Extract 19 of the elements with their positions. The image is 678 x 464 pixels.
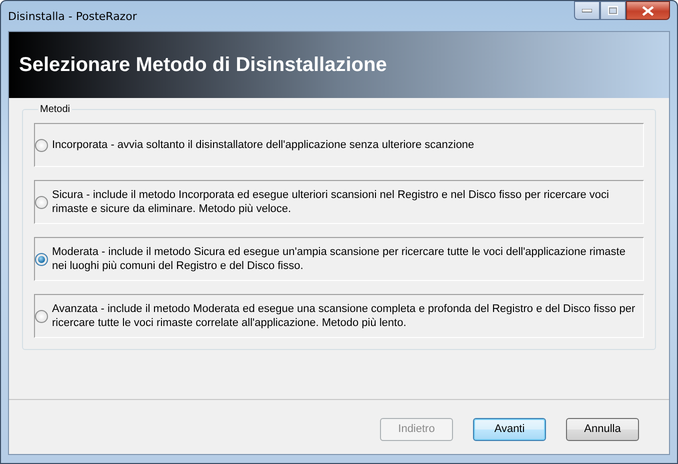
option-label[interactable]: Avanzata - include il metodo Moderata ed esegue una scansione completa e profonda del Registro e del Disco fisso per ricercare tutte le voci rimaste correlate all'applicazione. Metodo più lento. bbox=[52, 302, 643, 330]
header-title: Selezionare Metodo di Disinstallazione bbox=[19, 54, 387, 76]
group-label: Metodi bbox=[39, 104, 72, 115]
minimize-icon bbox=[582, 8, 592, 12]
window-title: Disinstalla - PosteRazor bbox=[8, 10, 137, 23]
maximize-button[interactable] bbox=[600, 1, 626, 20]
radio-button[interactable] bbox=[35, 252, 48, 266]
close-icon bbox=[642, 6, 654, 16]
maximize-icon bbox=[608, 6, 618, 15]
option-label[interactable]: Moderata - include il metodo Sicura ed esegue un'ampia scansione per ricercare tutte le voci dell'applicazione rimaste nei luoghi più comuni del Registro e del Disco fisso. bbox=[52, 245, 643, 273]
dialog-button[interactable]: Avanti bbox=[473, 418, 546, 440]
dialog-button[interactable]: Annulla bbox=[566, 418, 639, 440]
radio-button[interactable] bbox=[35, 138, 48, 152]
close-button[interactable] bbox=[626, 1, 670, 20]
minimize-button[interactable] bbox=[574, 1, 600, 20]
option-label[interactable]: Incorporata - avvia soltanto il disinstallatore dell'applicazione senza ulteriore scanzione bbox=[52, 138, 474, 152]
option-label[interactable]: Sicura - include il metodo Incorporata ed esegue ulteriori scansioni nel Registro e nel Disco fisso per ricercare voci rimaste e sicure da eliminare. Metodo più veloce. bbox=[52, 188, 643, 216]
radio-button[interactable] bbox=[35, 196, 48, 208]
radio-button[interactable] bbox=[35, 310, 48, 322]
